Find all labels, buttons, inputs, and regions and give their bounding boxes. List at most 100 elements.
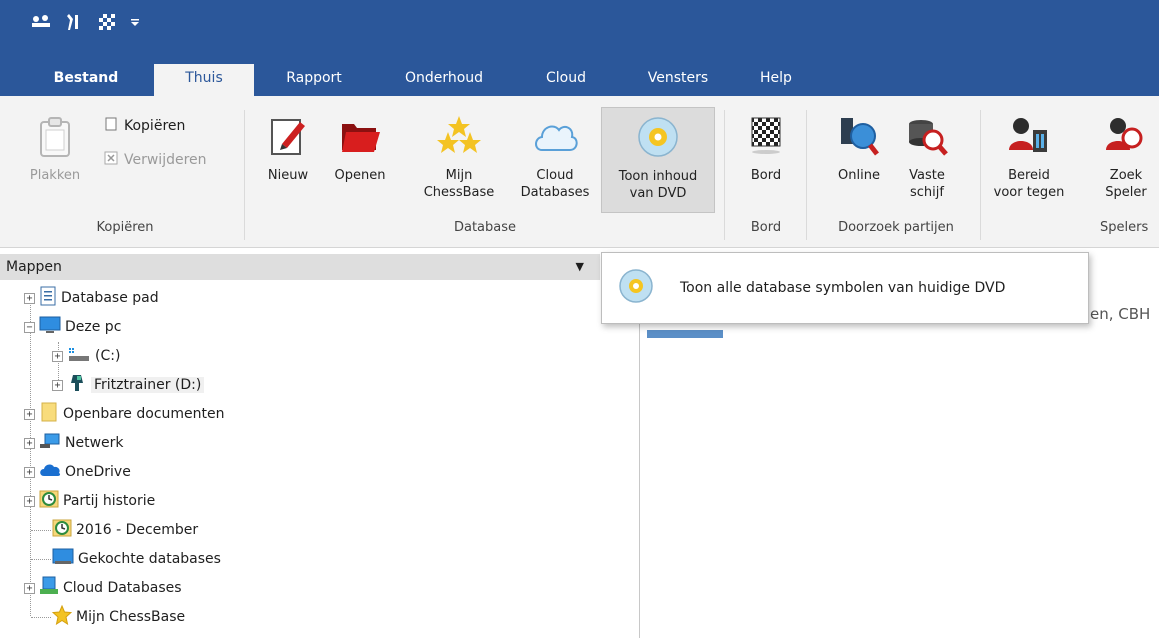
tree-item-openbare-documenten[interactable]: + Openbare documenten bbox=[24, 402, 225, 426]
tab-thuis[interactable]: Thuis bbox=[154, 64, 254, 96]
mijn-label-line2: ChessBase bbox=[423, 185, 495, 200]
tree-item-label: Partij historie bbox=[63, 493, 156, 509]
tree-item-label: Gekochte databases bbox=[78, 551, 221, 567]
tooltip-toon-inhoud-dvd: Toon alle database symbolen van huidige … bbox=[601, 252, 1089, 324]
monitor-icon bbox=[52, 548, 74, 570]
player-search-icon bbox=[1086, 114, 1159, 163]
group-label-bord: Bord bbox=[750, 220, 782, 235]
zoek-speler-button[interactable]: Zoek Speler bbox=[1086, 114, 1159, 206]
chess-pieces-icon[interactable] bbox=[28, 12, 54, 32]
tab-onderhoud[interactable]: Onderhoud bbox=[384, 64, 504, 96]
ribbon-tabs: Bestand Thuis Rapport Onderhoud Cloud Ve… bbox=[0, 54, 1159, 96]
cloud-label-line2: Databases bbox=[520, 185, 590, 200]
dvd-icon bbox=[618, 268, 654, 308]
tree-item-netwerk[interactable]: + Netwerk bbox=[24, 431, 124, 455]
folders-panel-header[interactable]: Mappen ▼ bbox=[0, 254, 600, 280]
openen-label: Openen bbox=[334, 168, 386, 183]
database-thumbnail[interactable] bbox=[647, 330, 723, 338]
kopieren-label: Kopiëren bbox=[124, 118, 186, 134]
ribbon: Plakken Kopiëren Verwijderen Kopiëren Ni… bbox=[0, 96, 1159, 248]
vaste-schijf-button[interactable]: Vaste schijf bbox=[894, 114, 960, 206]
tab-help[interactable]: Help bbox=[744, 64, 808, 96]
tree-item-gekochte-databases[interactable]: Gekochte databases bbox=[52, 547, 221, 571]
tree-item-label: Netwerk bbox=[65, 435, 124, 451]
verwijderen-label: Verwijderen bbox=[124, 152, 207, 168]
database-description-text: en, CBH bbox=[1090, 305, 1151, 323]
kopieren-button[interactable]: Kopiëren bbox=[104, 116, 185, 136]
tab-bestand[interactable]: Bestand bbox=[38, 64, 134, 96]
collapse-icon[interactable]: − bbox=[24, 321, 35, 333]
expand-icon[interactable]: + bbox=[52, 350, 63, 362]
plakken-button[interactable]: Plakken bbox=[20, 116, 90, 206]
expand-icon[interactable]: + bbox=[24, 466, 35, 478]
bord-label: Bord bbox=[750, 168, 782, 183]
expand-icon[interactable]: + bbox=[24, 408, 35, 420]
expand-icon[interactable]: + bbox=[24, 292, 35, 304]
online-button[interactable]: Online bbox=[826, 114, 892, 206]
bereid-voor-tegen-button[interactable]: Bereid voor tegen bbox=[986, 114, 1072, 206]
folders-panel-title: Mappen bbox=[6, 259, 62, 275]
bord-button[interactable]: Bord bbox=[736, 114, 796, 206]
network-icon bbox=[39, 432, 61, 454]
chessboard-icon bbox=[736, 114, 796, 163]
stars-icon bbox=[416, 114, 502, 163]
toon-label-line1: Toon inhoud bbox=[618, 169, 698, 184]
group-label-database: Database bbox=[453, 220, 517, 235]
folder-tree: + Database pad − Deze pc + (C:) + Fritzt… bbox=[0, 282, 640, 638]
bereid-label-line2: voor tegen bbox=[993, 185, 1065, 200]
plakken-label: Plakken bbox=[29, 168, 81, 183]
tree-item-label: Openbare documenten bbox=[63, 406, 225, 422]
openen-button[interactable]: Openen bbox=[324, 114, 396, 206]
tree-item-mijn-chessbase[interactable]: Mijn ChessBase bbox=[51, 604, 185, 629]
tree-item-partij-historie[interactable]: + Partij historie bbox=[24, 489, 155, 513]
group-label-kopieren: Kopiëren bbox=[96, 220, 154, 235]
tree-item-label: Deze pc bbox=[65, 319, 122, 335]
history-icon bbox=[39, 489, 59, 513]
zoek-label-line2: Speler bbox=[1105, 185, 1147, 200]
tree-item-label: Database pad bbox=[61, 290, 159, 306]
nieuw-label: Nieuw bbox=[267, 168, 309, 183]
tab-rapport[interactable]: Rapport bbox=[266, 64, 362, 96]
tree-connector bbox=[30, 294, 31, 616]
tree-connector bbox=[31, 559, 51, 560]
tree-item-onedrive[interactable]: + OneDrive bbox=[24, 460, 131, 484]
tree-item-label: OneDrive bbox=[65, 464, 131, 480]
verwijderen-button[interactable]: Verwijderen bbox=[104, 151, 207, 169]
clipboard-icon bbox=[20, 116, 90, 163]
panel-dropdown-icon[interactable]: ▼ bbox=[576, 254, 584, 280]
tree-item-cloud-databases[interactable]: + Cloud Databases bbox=[24, 576, 182, 600]
toon-inhoud-dvd-button[interactable]: Toon inhoud van DVD bbox=[601, 107, 715, 213]
delete-icon bbox=[104, 151, 118, 169]
monitor-icon bbox=[39, 316, 61, 338]
tree-item-fritztrainer-d[interactable]: + Fritztrainer (D:) bbox=[52, 373, 205, 397]
dropdown-arrow-icon[interactable] bbox=[128, 12, 142, 32]
board-icon[interactable] bbox=[96, 12, 118, 32]
tree-item-database-pad[interactable]: + Database pad bbox=[24, 286, 159, 310]
tab-vensters[interactable]: Vensters bbox=[626, 64, 730, 96]
cloud-databases-button[interactable]: Cloud Databases bbox=[512, 114, 598, 206]
chessbase-window: Bestand Thuis Rapport Onderhoud Cloud Ve… bbox=[0, 0, 1159, 638]
open-folder-icon bbox=[324, 114, 396, 163]
group-separator bbox=[806, 110, 807, 240]
tools-icon[interactable] bbox=[62, 12, 84, 32]
tree-item-label: Fritztrainer (D:) bbox=[91, 377, 205, 393]
expand-icon[interactable]: + bbox=[24, 495, 35, 507]
online-label: Online bbox=[838, 168, 880, 183]
star-icon bbox=[51, 604, 73, 629]
dvd-drive-icon bbox=[67, 373, 87, 397]
expand-icon[interactable]: + bbox=[24, 437, 35, 449]
mijn-label-line1: Mijn bbox=[445, 168, 473, 183]
expand-icon[interactable]: + bbox=[52, 379, 63, 391]
tab-cloud[interactable]: Cloud bbox=[524, 64, 608, 96]
tree-item-deze-pc[interactable]: − Deze pc bbox=[24, 315, 121, 339]
tree-item-2016-december[interactable]: 2016 - December bbox=[52, 518, 198, 542]
drive-icon bbox=[67, 345, 91, 367]
document-icon bbox=[39, 286, 57, 310]
tree-item-label: (C:) bbox=[95, 348, 121, 364]
mijn-chessbase-button[interactable]: Mijn ChessBase bbox=[416, 114, 502, 206]
tree-item-drive-c[interactable]: + (C:) bbox=[52, 344, 120, 368]
expand-icon[interactable]: + bbox=[24, 582, 35, 594]
nieuw-button[interactable]: Nieuw bbox=[256, 114, 320, 206]
player-prepare-icon bbox=[986, 114, 1072, 163]
vaste-label-line2: schijf bbox=[910, 185, 944, 200]
